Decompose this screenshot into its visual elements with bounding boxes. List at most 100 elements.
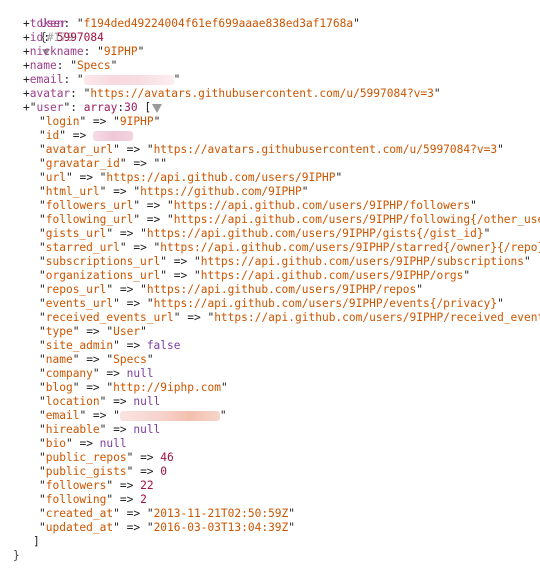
string-value: https://avatars.githubusercontent.com/u/…	[153, 143, 498, 156]
quote: "	[65, 171, 73, 184]
array-entry-login: "login" => "9IPHP"	[13, 115, 540, 129]
keyword-value: null	[99, 437, 127, 450]
arrow: =>	[119, 297, 147, 310]
object-header: User {#179	[13, 3, 540, 56]
array-entry-gists-url: "gists_url" => "https://api.github.com/u…	[13, 227, 540, 241]
quote: "	[39, 199, 46, 212]
array-entry-name: "name" => "Specs"	[13, 353, 540, 367]
quote: "	[39, 283, 46, 296]
entry-key: repos_url	[45, 283, 107, 296]
arrow: =>	[167, 269, 194, 282]
quote: "	[140, 283, 147, 296]
property-key: token	[29, 17, 64, 30]
array-collapse-toggle-icon[interactable]	[152, 103, 163, 113]
quote: "	[173, 73, 181, 86]
number-value: 46	[160, 451, 174, 464]
array-entry-site-admin: "site_admin" => false	[13, 339, 540, 353]
string-value: https://api.github.com/users/9IPHP	[106, 171, 336, 184]
entry-key: login	[45, 115, 80, 128]
quote: "	[160, 269, 168, 282]
arrow: =>	[106, 395, 134, 408]
string-value: 2013-11-21T02:50:59Z	[153, 507, 289, 520]
arrow: =>	[113, 227, 141, 240]
quote: "	[119, 157, 127, 170]
quote: "	[39, 395, 46, 408]
arrow: =>	[106, 185, 134, 198]
keyword-value: null	[133, 423, 161, 436]
arrow: =>	[119, 143, 147, 156]
quote: "	[113, 409, 120, 422]
arrow: =>	[126, 241, 154, 254]
arrow: =>	[133, 451, 161, 464]
quote: "	[39, 241, 46, 254]
quote: "	[193, 255, 201, 268]
quote: "	[470, 199, 477, 212]
close-brace: }	[13, 549, 20, 562]
entry-key: blog	[45, 381, 73, 394]
array-type-label: array	[83, 101, 118, 114]
quote: "	[433, 87, 441, 100]
entry-key: type	[45, 325, 73, 338]
arrow: =>	[72, 171, 100, 184]
property-avatar: +avatar: "https://avatars.githubusercont…	[13, 87, 540, 101]
quote: "	[160, 255, 168, 268]
entry-key: avatar_url	[45, 143, 114, 156]
entry-key: name	[45, 353, 73, 366]
array-entry-repos-url: "repos_url" => "https://api.github.com/u…	[13, 283, 540, 297]
array-entry-subscriptions-url: "subscriptions_url" => "https://api.gith…	[13, 255, 540, 269]
array-entry-location: "location" => null	[13, 395, 540, 409]
quote: "	[353, 17, 360, 30]
array-entry-following: "following" => 2	[13, 493, 540, 507]
quote: "	[219, 409, 227, 422]
array-entry-blog: "blog" => "http://9iphp.com"	[13, 381, 540, 395]
property-key: name	[29, 59, 57, 72]
quote: "	[288, 507, 296, 520]
quote: "	[497, 143, 504, 156]
close-brace-line: }	[13, 549, 540, 563]
quote: "	[39, 451, 46, 464]
quote: "	[92, 367, 100, 380]
array-entry-following-url: "following_url" => "https://api.github.c…	[13, 213, 540, 227]
entry-key: location	[45, 395, 100, 408]
quote: "	[301, 185, 309, 198]
quote: "	[39, 269, 46, 282]
arrow: =>	[99, 367, 127, 380]
quote: "	[119, 241, 127, 254]
redacted-value	[119, 411, 220, 421]
quote: "	[59, 129, 66, 142]
quote: "	[113, 297, 120, 310]
array-count: 30	[124, 101, 138, 114]
object-properties: +token: "f194ded49224004f61ef699aaae838e…	[13, 17, 540, 101]
quote: "	[39, 353, 46, 366]
string-value: https://github.com/9IPHP	[140, 185, 302, 198]
quote: "	[39, 143, 46, 156]
quote: "	[497, 297, 504, 310]
quote: "	[39, 157, 46, 170]
quote: "	[39, 171, 46, 184]
arrow: =>	[119, 507, 147, 520]
user-array-entries: "login" => "9IPHP" "id" => "avatar_url" =…	[13, 115, 540, 535]
quote: "	[76, 17, 84, 30]
string-value: User	[113, 325, 141, 338]
array-entry-organizations-url: "organizations_url" => "https://api.gith…	[13, 269, 540, 283]
arrow: =>	[86, 409, 114, 422]
arrow: =>	[167, 255, 194, 268]
array-entry-type: "type" => "User"	[13, 325, 540, 339]
string-value: https://api.github.com/users/9IPHP/subsc…	[200, 255, 525, 268]
arrow: =>	[126, 157, 154, 170]
array-entry-hireable: "hireable" => null	[13, 423, 540, 437]
array-entry-updated-at: "updated_at" => "2016-03-03T13:04:39Z"	[13, 521, 540, 535]
arrow: =>	[86, 115, 114, 128]
entry-key: company	[45, 367, 93, 380]
quote: "	[39, 381, 46, 394]
quote: "	[146, 353, 154, 366]
quote: "	[39, 185, 46, 198]
close-bracket: ]	[33, 535, 40, 548]
quote: "	[167, 199, 174, 212]
quote: "	[463, 269, 471, 282]
quote: "	[153, 115, 161, 128]
arrow: =>	[140, 199, 168, 212]
entry-key: public_gists	[45, 465, 127, 478]
quote: "	[65, 437, 73, 450]
string-value: Specs	[113, 353, 147, 366]
